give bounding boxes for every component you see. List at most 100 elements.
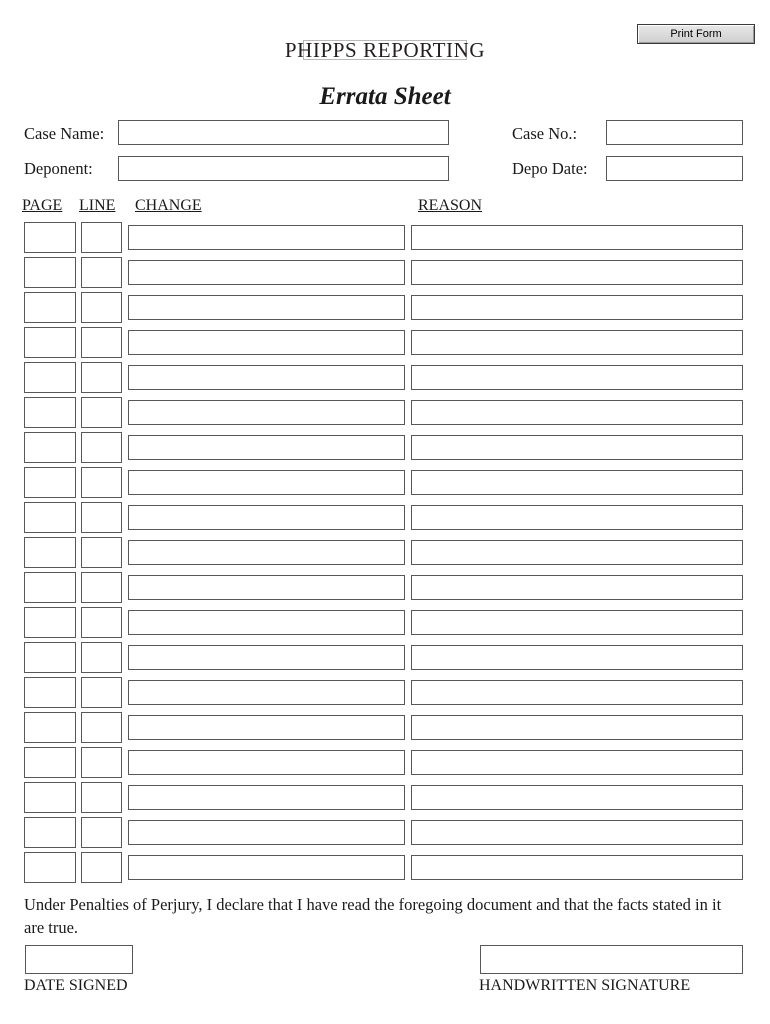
errata-change-input[interactable] (128, 785, 405, 810)
errata-page-input[interactable] (24, 747, 76, 778)
errata-change-input[interactable] (128, 295, 405, 320)
column-header-line: LINE (79, 197, 116, 214)
errata-change-input[interactable] (128, 680, 405, 705)
errata-reason-input[interactable] (411, 855, 743, 880)
errata-page-input[interactable] (24, 397, 76, 428)
company-name: PHIPPS REPORTING (284, 38, 486, 62)
table-row (0, 852, 770, 883)
errata-reason-input[interactable] (411, 540, 743, 565)
errata-reason-input[interactable] (411, 750, 743, 775)
errata-change-input[interactable] (128, 715, 405, 740)
errata-change-input[interactable] (128, 470, 405, 495)
errata-page-input[interactable] (24, 642, 76, 673)
errata-page-input[interactable] (24, 222, 76, 253)
errata-reason-input[interactable] (411, 225, 743, 250)
errata-reason-input[interactable] (411, 470, 743, 495)
errata-line-input[interactable] (81, 747, 122, 778)
column-header-change: CHANGE (135, 197, 202, 214)
errata-page-input[interactable] (24, 502, 76, 533)
errata-page-input[interactable] (24, 572, 76, 603)
errata-reason-input[interactable] (411, 435, 743, 460)
errata-change-input[interactable] (128, 225, 405, 250)
errata-reason-input[interactable] (411, 820, 743, 845)
errata-line-input[interactable] (81, 467, 122, 498)
errata-line-input[interactable] (81, 362, 122, 393)
errata-change-input[interactable] (128, 820, 405, 845)
errata-line-input[interactable] (81, 677, 122, 708)
deponent-label: Deponent: (24, 159, 93, 178)
errata-page-input[interactable] (24, 782, 76, 813)
depo-date-label: Depo Date: (512, 159, 588, 178)
depo-date-input[interactable] (606, 156, 743, 181)
errata-line-input[interactable] (81, 432, 122, 463)
errata-reason-input[interactable] (411, 715, 743, 740)
errata-reason-input[interactable] (411, 400, 743, 425)
errata-change-input[interactable] (128, 575, 405, 600)
errata-change-input[interactable] (128, 260, 405, 285)
errata-page-input[interactable] (24, 852, 76, 883)
errata-reason-input[interactable] (411, 295, 743, 320)
errata-page-input[interactable] (24, 327, 76, 358)
case-no-input[interactable] (606, 120, 743, 145)
errata-change-input[interactable] (128, 435, 405, 460)
errata-line-input[interactable] (81, 852, 122, 883)
errata-change-input[interactable] (128, 645, 405, 670)
errata-line-input[interactable] (81, 782, 122, 813)
errata-line-input[interactable] (81, 257, 122, 288)
date-signed-label: DATE SIGNED (24, 977, 128, 994)
errata-change-input[interactable] (128, 330, 405, 355)
errata-reason-input[interactable] (411, 575, 743, 600)
errata-line-input[interactable] (81, 572, 122, 603)
handwritten-signature-label: HANDWRITTEN SIGNATURE (479, 977, 691, 994)
errata-page-input[interactable] (24, 712, 76, 743)
errata-page-input[interactable] (24, 432, 76, 463)
errata-line-input[interactable] (81, 502, 122, 533)
errata-change-input[interactable] (128, 750, 405, 775)
table-row (0, 432, 770, 463)
errata-reason-input[interactable] (411, 330, 743, 355)
errata-line-input[interactable] (81, 642, 122, 673)
errata-change-input[interactable] (128, 365, 405, 390)
errata-reason-input[interactable] (411, 365, 743, 390)
errata-line-input[interactable] (81, 817, 122, 848)
errata-page-input[interactable] (24, 362, 76, 393)
errata-page-input[interactable] (24, 537, 76, 568)
table-row (0, 222, 770, 253)
errata-change-input[interactable] (128, 540, 405, 565)
errata-reason-input[interactable] (411, 505, 743, 530)
case-name-label: Case Name: (24, 124, 105, 143)
errata-page-input[interactable] (24, 817, 76, 848)
errata-line-input[interactable] (81, 537, 122, 568)
table-row (0, 397, 770, 428)
errata-page-input[interactable] (24, 467, 76, 498)
errata-reason-input[interactable] (411, 610, 743, 635)
table-row (0, 782, 770, 813)
errata-line-input[interactable] (81, 327, 122, 358)
errata-line-input[interactable] (81, 712, 122, 743)
errata-reason-input[interactable] (411, 680, 743, 705)
errata-page-input[interactable] (24, 257, 76, 288)
errata-page-input[interactable] (24, 292, 76, 323)
date-signed-input[interactable] (25, 945, 133, 974)
errata-reason-input[interactable] (411, 260, 743, 285)
table-row (0, 572, 770, 603)
handwritten-signature-input[interactable] (480, 945, 743, 974)
errata-change-input[interactable] (128, 505, 405, 530)
errata-line-input[interactable] (81, 222, 122, 253)
deponent-input[interactable] (118, 156, 449, 181)
errata-reason-input[interactable] (411, 785, 743, 810)
errata-line-input[interactable] (81, 607, 122, 638)
errata-change-input[interactable] (128, 400, 405, 425)
errata-change-input[interactable] (128, 855, 405, 880)
errata-page-input[interactable] (24, 607, 76, 638)
case-no-label: Case No.: (512, 124, 578, 143)
table-row (0, 817, 770, 848)
errata-line-input[interactable] (81, 292, 122, 323)
errata-reason-input[interactable] (411, 645, 743, 670)
errata-page-input[interactable] (24, 677, 76, 708)
table-row (0, 642, 770, 673)
errata-change-input[interactable] (128, 610, 405, 635)
errata-line-input[interactable] (81, 397, 122, 428)
case-name-input[interactable] (118, 120, 449, 145)
table-row (0, 677, 770, 708)
